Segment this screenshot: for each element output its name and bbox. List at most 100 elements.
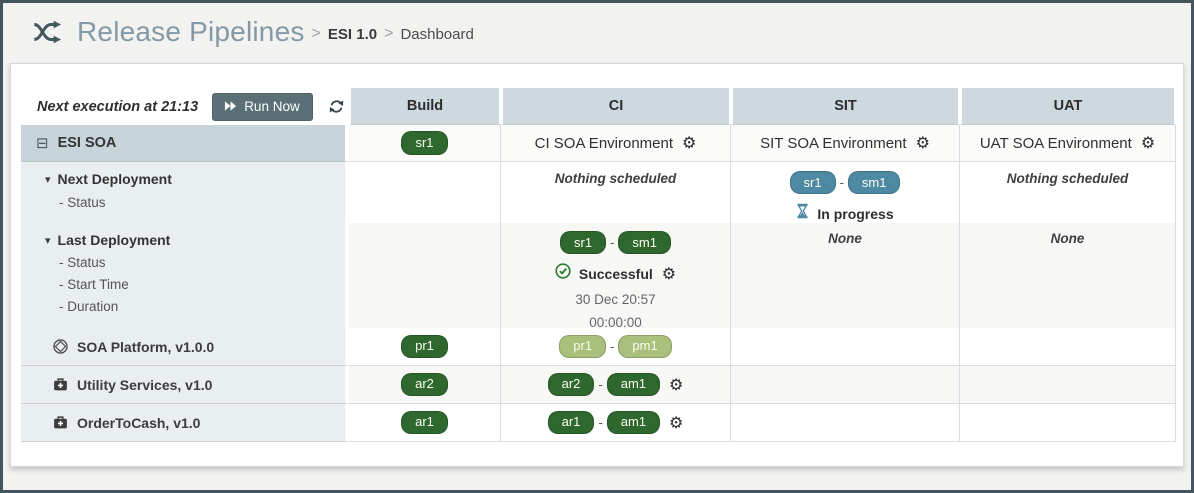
app-ci-cell: ar2 - am1 ⚙	[501, 366, 731, 404]
column-header-ci: CI	[501, 88, 731, 125]
toolbar: Next execution at 21:13 Run Now	[21, 88, 349, 125]
shuffle-icon	[33, 20, 63, 44]
application-name: OrderToCash, v1.0	[77, 415, 200, 431]
application-row: SOA Platform, v1.0.0 pr1 pr1 - pm1	[21, 328, 1173, 366]
version-badge[interactable]: am1	[607, 411, 660, 434]
group-label: Last Deployment	[58, 232, 171, 248]
caret-down-icon: ▾	[45, 234, 51, 247]
sub-label-status: - Status	[21, 255, 345, 270]
badge-dash: -	[610, 235, 614, 250]
version-badge[interactable]: pr1	[401, 335, 448, 358]
version-badge[interactable]: sr1	[790, 171, 836, 194]
hourglass-icon	[796, 203, 809, 224]
version-badge[interactable]: ar1	[548, 411, 595, 434]
next-sit-cell: sr1 - sm1 In progress	[731, 162, 960, 225]
application-header-cell: Utility Services, v1.0	[21, 366, 349, 404]
nothing-scheduled-text: Nothing scheduled	[555, 171, 677, 186]
badge-dash: -	[840, 175, 844, 190]
pipeline-ci-cell: CI SOA Environment ⚙	[501, 125, 731, 162]
version-badge[interactable]: sm1	[618, 231, 671, 254]
application-header-cell: OrderToCash, v1.0	[21, 404, 349, 442]
dashboard-card: Next execution at 21:13 Run Now	[10, 63, 1184, 467]
application-name: SOA Platform, v1.0.0	[77, 339, 214, 355]
check-circle-icon	[555, 263, 571, 284]
next-deployment-row: ▾ Next Deployment - Status Nothing sched…	[21, 162, 1173, 223]
last-uat-cell: None	[960, 223, 1176, 331]
next-deployment-toggle[interactable]: ▾ Next Deployment	[21, 162, 345, 187]
last-build-cell	[349, 223, 501, 331]
gear-icon[interactable]: ⚙	[682, 135, 696, 151]
gear-icon[interactable]: ⚙	[662, 266, 676, 282]
page-title[interactable]: Release Pipelines	[77, 16, 305, 48]
briefcase-plus-icon	[53, 377, 68, 392]
column-header-uat: UAT	[960, 88, 1176, 125]
app-build-cell: pr1	[349, 328, 501, 366]
app-uat-cell	[960, 328, 1176, 366]
badge-dash: -	[610, 339, 614, 354]
last-deployment-toggle[interactable]: ▾ Last Deployment	[21, 223, 345, 248]
gear-icon[interactable]: ⚙	[916, 135, 930, 151]
refresh-icon[interactable]	[328, 98, 345, 115]
next-build-cell	[349, 162, 501, 225]
environment-name: UAT SOA Environment	[980, 135, 1132, 152]
pipeline-uat-cell: UAT SOA Environment ⚙	[960, 125, 1176, 162]
last-sit-cell: None	[731, 223, 960, 331]
version-badge[interactable]: ar1	[401, 411, 448, 434]
breadcrumb-separator: >	[384, 21, 393, 43]
app-window: Release Pipelines > ESI 1.0 > Dashboard …	[0, 0, 1194, 493]
next-ci-cell: Nothing scheduled	[501, 162, 731, 225]
sub-label-duration: - Duration	[21, 299, 345, 314]
pipeline-row: ⊟ ESI SOA sr1 CI SOA Environment ⚙ SIT S…	[21, 125, 1173, 162]
application-row: OrderToCash, v1.0 ar1 ar1 - am1 ⚙	[21, 404, 1173, 442]
version-badge[interactable]: pr1	[559, 335, 606, 358]
version-badge[interactable]: pm1	[618, 335, 671, 358]
breadcrumb-release[interactable]: ESI 1.0	[328, 22, 377, 43]
last-deployment-row: ▾ Last Deployment - Status - Start Time …	[21, 223, 1173, 328]
next-execution-label: Next execution at 21:13	[37, 99, 198, 115]
briefcase-plus-icon	[53, 415, 68, 430]
version-badge[interactable]: ar2	[548, 373, 595, 396]
none-text: None	[1051, 231, 1085, 246]
platform-icon	[53, 339, 68, 354]
gear-icon[interactable]: ⚙	[669, 415, 683, 431]
pipeline-name: ESI SOA	[58, 135, 117, 151]
app-sit-cell	[731, 366, 960, 404]
column-header-build: Build	[349, 88, 501, 125]
table-header-row: Next execution at 21:13 Run Now	[21, 88, 1173, 125]
sub-label-start-time: - Start Time	[21, 277, 345, 292]
sub-label-status: - Status	[21, 195, 345, 210]
version-badge[interactable]: sr1	[401, 131, 447, 154]
none-text: None	[828, 231, 862, 246]
badge-dash: -	[598, 415, 602, 430]
app-uat-cell	[960, 366, 1176, 404]
app-ci-cell: ar1 - am1 ⚙	[501, 404, 731, 442]
version-badge[interactable]: am1	[607, 373, 660, 396]
next-deployment-header-cell: ▾ Next Deployment - Status	[21, 162, 349, 225]
app-ci-cell: pr1 - pm1	[501, 328, 731, 366]
environment-name: SIT SOA Environment	[760, 135, 906, 152]
environment-name: CI SOA Environment	[535, 135, 673, 152]
run-now-button[interactable]: Run Now	[212, 93, 313, 121]
badge-dash: -	[598, 377, 602, 392]
version-badge[interactable]: sm1	[848, 171, 901, 194]
gear-icon[interactable]: ⚙	[669, 377, 683, 393]
app-sit-cell	[731, 328, 960, 366]
app-uat-cell	[960, 404, 1176, 442]
collapse-icon[interactable]: ⊟	[36, 136, 49, 151]
fast-forward-icon	[224, 99, 237, 114]
app-build-cell: ar2	[349, 366, 501, 404]
version-badge[interactable]: ar2	[401, 373, 448, 396]
version-badge[interactable]: sr1	[560, 231, 606, 254]
app-sit-cell	[731, 404, 960, 442]
application-row: Utility Services, v1.0 ar2 ar2 - am1 ⚙	[21, 366, 1173, 404]
run-now-label: Run Now	[244, 99, 300, 114]
pipeline-build-cell: sr1	[349, 125, 501, 162]
app-build-cell: ar1	[349, 404, 501, 442]
pipeline-header-cell[interactable]: ⊟ ESI SOA	[21, 125, 349, 162]
pipeline-sit-cell: SIT SOA Environment ⚙	[731, 125, 960, 162]
gear-icon[interactable]: ⚙	[1141, 135, 1155, 151]
breadcrumb-separator: >	[312, 21, 321, 43]
caret-down-icon: ▾	[45, 173, 51, 186]
column-header-sit: SIT	[731, 88, 960, 125]
application-header-cell: SOA Platform, v1.0.0	[21, 328, 349, 366]
